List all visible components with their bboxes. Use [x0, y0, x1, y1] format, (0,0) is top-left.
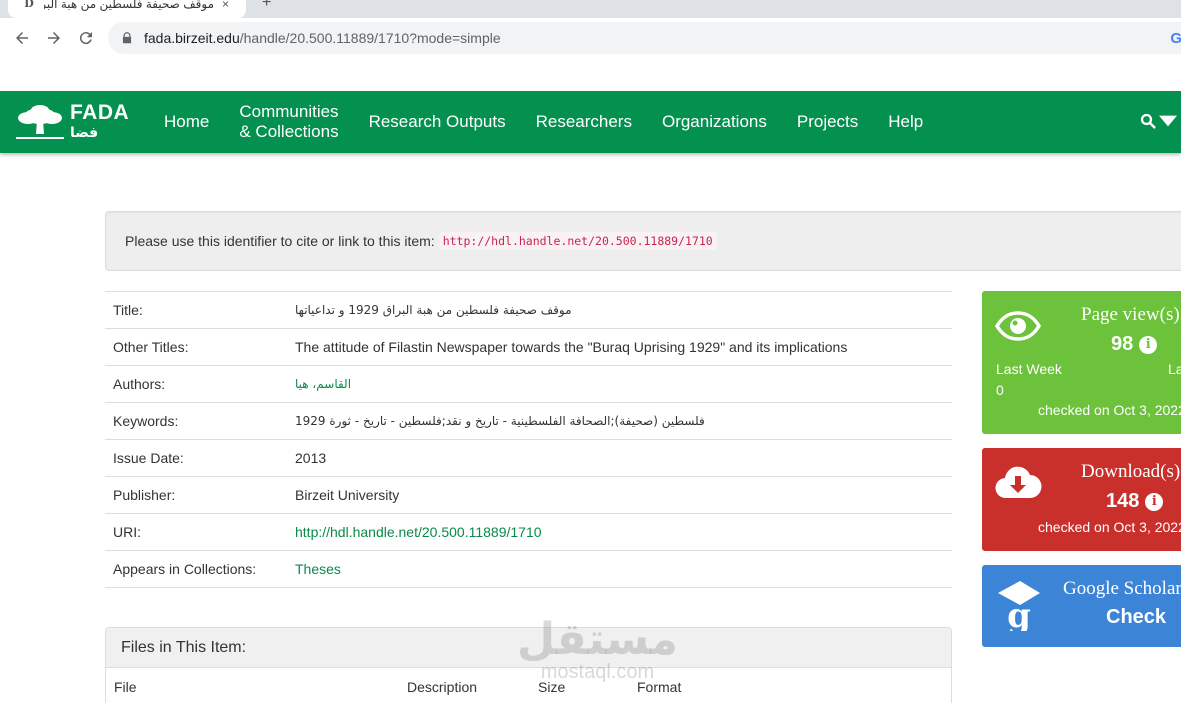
caret-down-icon	[1159, 115, 1177, 127]
browser-tabstrip: D موقف صحيفة فلسطين من هبة البراق × +	[0, 0, 1181, 18]
files-col-description: Description	[407, 679, 478, 695]
tree-logo-icon	[16, 105, 64, 139]
item-metadata-table: Title: موقف صحيفة فلسطين من هبة البراق 1…	[105, 291, 952, 588]
files-table-header: File Description Size Format	[106, 668, 951, 703]
google-icon[interactable]: G	[1170, 30, 1181, 47]
cite-handle-code: http://hdl.handle.net/20.500.11889/1710	[438, 232, 717, 250]
google-scholar-title: Google Scholar	[1063, 578, 1181, 599]
google-scholar-icon: g	[998, 581, 1040, 631]
uri-link[interactable]: http://hdl.handle.net/20.500.11889/1710	[295, 524, 542, 540]
downloads-title: Download(s)	[1081, 461, 1181, 482]
new-tab-icon[interactable]: +	[262, 0, 271, 12]
files-col-file: File	[114, 679, 137, 695]
address-bar[interactable]: fada.birzeit.edu/handle/20.500.11889/171…	[108, 22, 1181, 54]
metadata-label-keywords: Keywords:	[113, 413, 179, 429]
metadata-value-authors: القاسم، هيا	[287, 366, 952, 403]
page-views-panel: Page view(s) 98 Last Week 0 Last checked…	[982, 291, 1181, 434]
forward-arrow-icon[interactable]	[38, 22, 70, 54]
search-icon	[1140, 113, 1156, 129]
table-row: Appears in Collections: Theses	[105, 550, 952, 588]
main-nav: Home Communities & Collections Research …	[164, 91, 953, 153]
collection-link[interactable]: Theses	[295, 561, 341, 577]
tab-title: موقف صحيفة فلسطين من هبة البراق	[44, 0, 214, 11]
author-link[interactable]: القاسم، هيا	[295, 377, 351, 391]
files-col-format: Format	[637, 679, 682, 695]
nav-research-outputs[interactable]: Research Outputs	[369, 112, 506, 132]
nav-projects[interactable]: Projects	[797, 112, 858, 132]
metadata-label-collections: Appears in Collections:	[113, 561, 257, 577]
table-row: Keywords: فلسطين (صحيفة);الصحافة الفلسطي…	[105, 402, 952, 440]
table-row: Issue Date: 2013	[105, 439, 952, 477]
downloads-count: 148	[1106, 490, 1140, 512]
metadata-value-issue-date: 2013	[295, 450, 327, 466]
files-heading: Files in This Item:	[106, 628, 951, 668]
last-week-label: Last Week	[996, 361, 1062, 377]
lock-icon	[122, 32, 132, 44]
downloads-count-row: 148	[1106, 490, 1164, 513]
site-logo[interactable]: FADA فضا	[14, 101, 130, 140]
nav-communities-line2: & Collections	[239, 122, 339, 141]
cloud-download-icon	[995, 466, 1042, 499]
back-arrow-icon[interactable]	[6, 22, 38, 54]
svg-text:g: g	[1007, 596, 1031, 631]
metadata-label-publisher: Publisher:	[113, 487, 176, 503]
page-views-count: 98	[1111, 333, 1134, 355]
metadata-value-title: موقف صحيفة فلسطين من هبة البراق 1929 و ت…	[295, 303, 572, 317]
table-row: Authors: القاسم، هيا	[105, 365, 952, 403]
google-scholar-panel[interactable]: g Google Scholar Check	[982, 565, 1181, 647]
cite-identifier-box: Please use this identifier to cite or li…	[105, 211, 1181, 271]
url-text: fada.birzeit.edu/handle/20.500.11889/171…	[144, 30, 501, 46]
table-row: URI: http://hdl.handle.net/20.500.11889/…	[105, 513, 952, 551]
page-views-count-row: 98	[1111, 333, 1158, 356]
nav-communities-line1: Communities	[239, 102, 339, 121]
metadata-label-title: Title:	[113, 302, 143, 318]
metadata-label-other-titles: Other Titles:	[113, 339, 189, 355]
info-icon[interactable]	[1145, 492, 1164, 511]
table-row: Title: موقف صحيفة فلسطين من هبة البراق 1…	[105, 291, 952, 329]
google-scholar-check[interactable]: Check	[1106, 606, 1166, 629]
search-toggle[interactable]	[1139, 112, 1177, 130]
metadata-value-uri: http://hdl.handle.net/20.500.11889/1710	[287, 514, 952, 551]
site-favicon-icon: D	[24, 0, 34, 10]
info-icon[interactable]	[1139, 335, 1158, 354]
last-week-value: 0	[996, 382, 1004, 398]
metadata-value-other-titles: The attitude of Filastin Newspaper towar…	[295, 339, 848, 355]
eye-icon	[995, 311, 1041, 341]
nav-organizations[interactable]: Organizations	[662, 112, 767, 132]
files-panel: Files in This Item: File Description Siz…	[105, 627, 952, 703]
metadata-value-keywords: فلسطين (صحيفة);الصحافة الفلسطينية - تاري…	[295, 414, 705, 428]
url-path: /handle/20.500.11889/1710?mode=simple	[239, 30, 501, 46]
logo-text: FADA فضا	[70, 101, 130, 140]
table-row: Other Titles: The attitude of Filastin N…	[105, 328, 952, 366]
url-host: fada.birzeit.edu	[144, 30, 240, 46]
metadata-value-collections: Theses	[287, 551, 952, 588]
browser-toolbar: fada.birzeit.edu/handle/20.500.11889/171…	[0, 18, 1181, 58]
logo-latin: FADA	[70, 101, 130, 124]
reload-icon[interactable]	[70, 22, 102, 54]
nav-home[interactable]: Home	[164, 112, 209, 132]
nav-researchers[interactable]: Researchers	[536, 112, 632, 132]
metadata-value-publisher: Birzeit University	[295, 487, 400, 503]
metadata-label-issue-date: Issue Date:	[113, 450, 184, 466]
page-views-title: Page view(s)	[1081, 304, 1180, 325]
cite-label: Please use this identifier to cite or li…	[125, 233, 435, 249]
nav-help[interactable]: Help	[888, 112, 923, 132]
downloads-panel: Download(s) 148 checked on Oct 3, 2022	[982, 448, 1181, 551]
downloads-checked: checked on Oct 3, 2022	[1038, 519, 1181, 535]
logo-arabic: فضا	[70, 124, 99, 140]
close-tab-icon[interactable]: ×	[222, 0, 229, 11]
browser-tab[interactable]: D موقف صحيفة فلسطين من هبة البراق ×	[8, 0, 246, 18]
site-navbar: FADA فضا Home Communities & Collections …	[0, 91, 1181, 153]
last-month-label: Last	[1168, 361, 1181, 377]
metadata-label-uri: URI:	[113, 524, 141, 540]
nav-communities-collections[interactable]: Communities & Collections	[239, 102, 338, 142]
page-views-checked: checked on Oct 3, 2022	[1038, 402, 1181, 418]
metadata-label-authors: Authors:	[113, 376, 166, 392]
files-col-size: Size	[538, 679, 566, 695]
table-row: Publisher: Birzeit University	[105, 476, 952, 514]
